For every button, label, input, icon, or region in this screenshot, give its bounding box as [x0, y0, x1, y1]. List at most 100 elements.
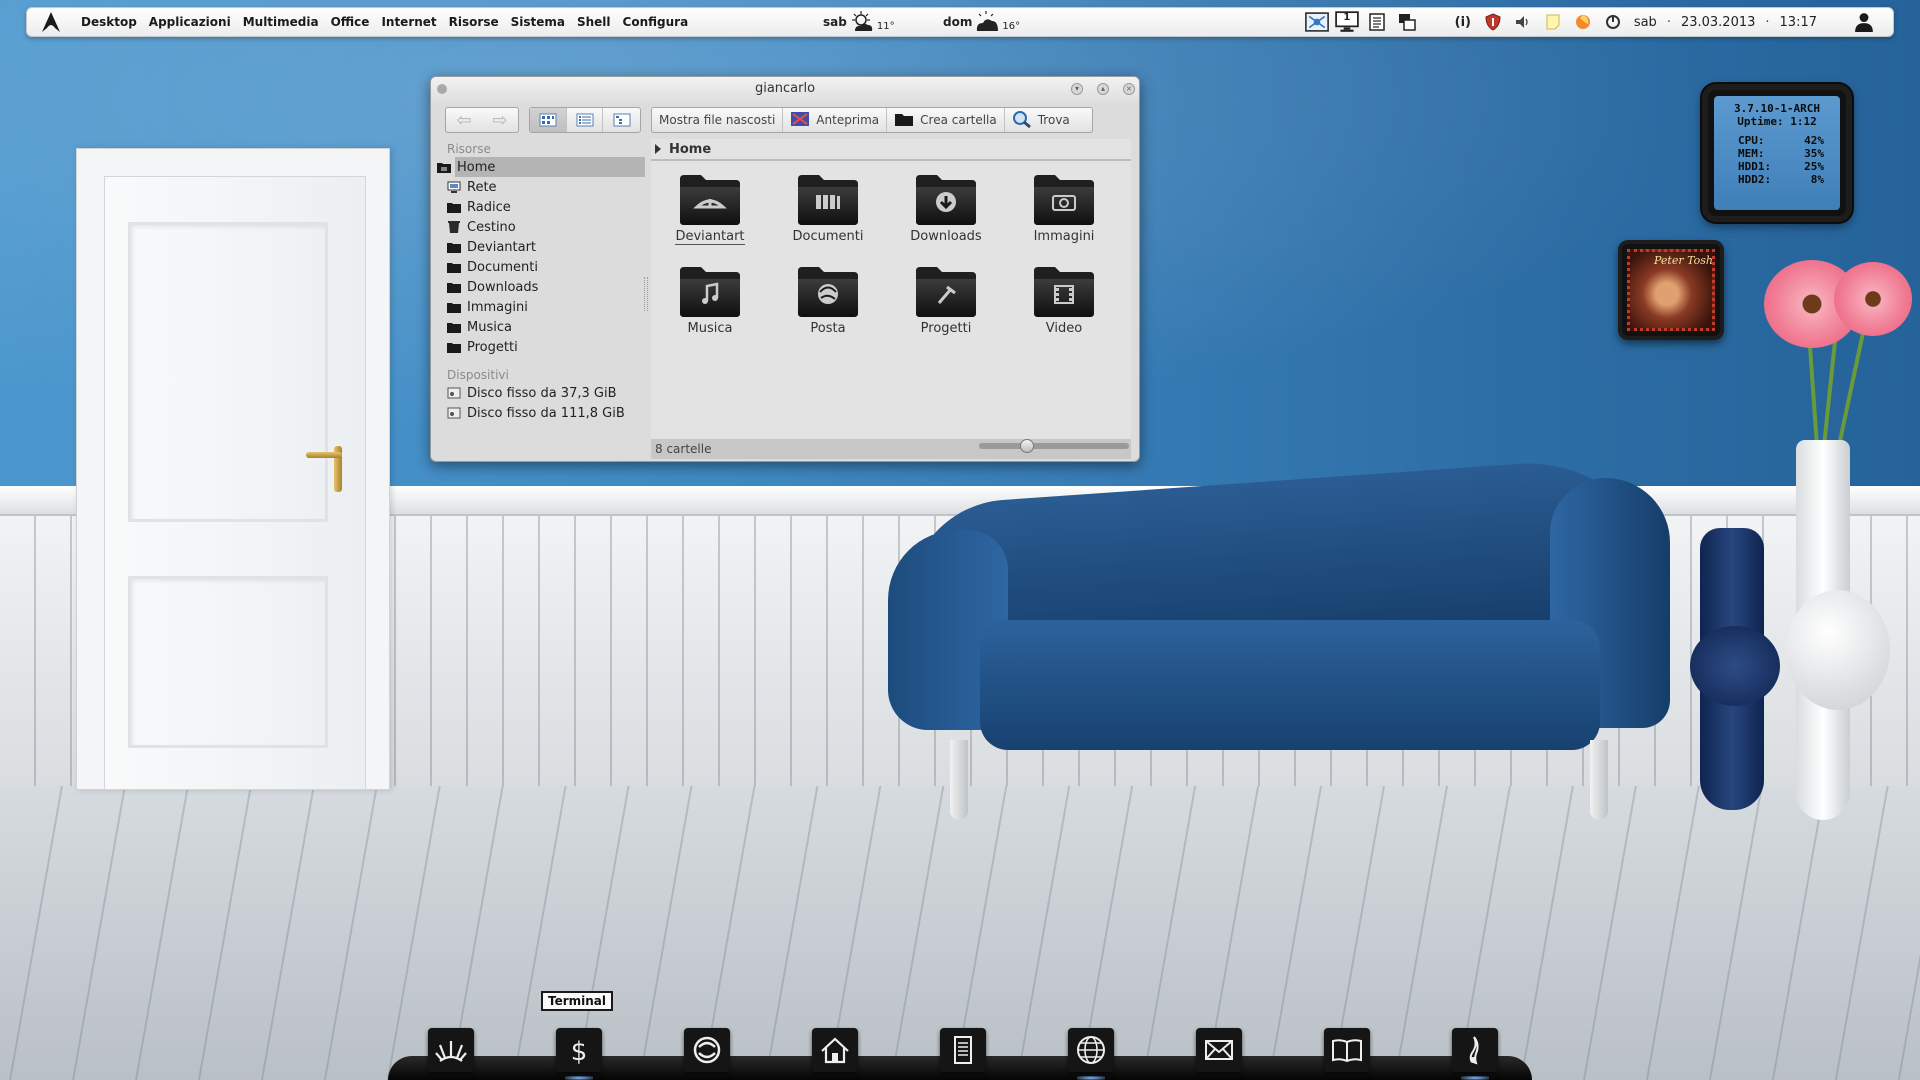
status-text: 8 cartelle	[655, 442, 712, 456]
arch-logo-icon[interactable]	[27, 8, 75, 36]
workspace-icon[interactable]: 1	[1332, 8, 1362, 36]
list-view-icon[interactable]	[567, 108, 604, 132]
forward-arrow-icon[interactable]: ⇨	[482, 108, 518, 132]
mail-icon[interactable]	[1196, 1028, 1242, 1072]
breadcrumb[interactable]: Home	[651, 139, 1131, 161]
folder-icon	[447, 260, 461, 274]
menu-sistema[interactable]: Sistema	[505, 8, 571, 36]
sidebar-item-disco-fisso-da-111-8-gib[interactable]: Disco fisso da 111,8 GiB	[439, 403, 651, 423]
back-arrow-icon[interactable]: ⇦	[446, 108, 482, 132]
menu-shell[interactable]: Shell	[571, 8, 617, 36]
ebook-reader-icon[interactable]	[1324, 1028, 1370, 1072]
sidebar-item-home[interactable]: Home	[437, 157, 645, 177]
folder-view: Home Deviantart Documenti Downloads Immagin…	[651, 139, 1131, 439]
sidebar-item-label: Musica	[467, 319, 512, 335]
menu-desktop[interactable]: Desktop	[75, 8, 143, 36]
sidebar-item-documenti[interactable]: Documenti	[439, 257, 651, 277]
menu-internet[interactable]: Internet	[375, 8, 442, 36]
weather-forecast[interactable]: sab 11°	[823, 8, 895, 36]
preview-button[interactable]: Anteprima	[783, 108, 888, 132]
window-titlebar[interactable]: giancarlo ▾ ▴ ×	[431, 77, 1139, 103]
downloads-folder-icon	[913, 169, 979, 227]
sidebar-item-cestino[interactable]: Cestino	[439, 217, 651, 237]
icon-view-icon[interactable]	[530, 108, 567, 132]
find-button[interactable]: Trova	[1005, 108, 1077, 132]
folder-item[interactable]: Progetti	[887, 261, 1005, 353]
folder-item[interactable]: Immagini	[1005, 169, 1123, 261]
dark-vase-bulb	[1690, 626, 1780, 706]
firefox-icon[interactable]	[1568, 8, 1598, 36]
clock-time[interactable]: 13:17	[1774, 15, 1823, 30]
weather-forecast[interactable]: dom 16°	[943, 8, 1020, 36]
note-icon[interactable]	[1538, 8, 1568, 36]
home-icon[interactable]	[812, 1028, 858, 1072]
menu-configura[interactable]: Configura	[617, 8, 695, 36]
show-hidden-button[interactable]: Mostra file nascosti	[652, 108, 784, 132]
sidebar-item-disco-fisso-da-37-3-gib[interactable]: Disco fisso da 37,3 GiB	[439, 383, 651, 403]
clock-date[interactable]: 23.03.2013	[1675, 15, 1761, 30]
sidebar-item-immagini[interactable]: Immagini	[439, 297, 651, 317]
menu-applicazioni[interactable]: Applicazioni	[143, 8, 237, 36]
create-folder-button[interactable]: Crea cartella	[887, 108, 1005, 132]
folder-item[interactable]: Deviantart	[651, 169, 769, 261]
menu-office[interactable]: Office	[325, 8, 376, 36]
devices-header: Dispositivi	[447, 368, 509, 382]
clock-day[interactable]: sab	[1628, 15, 1663, 30]
text-editor-icon[interactable]	[940, 1028, 986, 1072]
stat-value: 25%	[1804, 160, 1824, 173]
system-settings-icon[interactable]	[684, 1028, 730, 1072]
folder-item[interactable]: Video	[1005, 261, 1123, 353]
windows-icon[interactable]	[1392, 8, 1422, 36]
window-title: giancarlo	[754, 81, 816, 96]
menu-risorse[interactable]: Risorse	[443, 8, 505, 36]
sidebar-item-downloads[interactable]: Downloads	[439, 277, 651, 297]
maximize-icon[interactable]: ▴	[1097, 83, 1109, 95]
stat-label: CPU:	[1738, 134, 1765, 147]
folder-grid: Deviantart Documenti Downloads Immagini Musi…	[651, 169, 1131, 353]
info-icon[interactable]: (i)	[1448, 8, 1478, 36]
weather-day: dom	[943, 15, 973, 29]
power-icon[interactable]	[1598, 8, 1628, 36]
trash-icon	[447, 220, 461, 234]
web-browser-icon[interactable]	[1068, 1028, 1114, 1072]
sidebar-item-label: Progetti	[467, 339, 518, 355]
sidebar-item-radice[interactable]: Radice	[439, 197, 651, 217]
applications-icon[interactable]	[428, 1028, 474, 1072]
folder-item[interactable]: Documenti	[769, 169, 887, 261]
sidebar-item-musica[interactable]: Musica	[439, 317, 651, 337]
screenshot-icon[interactable]	[1302, 8, 1332, 36]
volume-icon[interactable]	[1508, 8, 1538, 36]
running-indicator	[1461, 1076, 1489, 1080]
close-icon[interactable]: ×	[1123, 83, 1135, 95]
sidebar-item-label: Cestino	[467, 219, 516, 235]
menu-multimedia[interactable]: Multimedia	[237, 8, 325, 36]
folder-item[interactable]: Posta	[769, 261, 887, 353]
hard-disk-icon	[447, 406, 461, 420]
main-menu: Desktop Applicazioni Multimedia Office I…	[75, 8, 694, 36]
folder-label: Documenti	[792, 229, 864, 244]
stat-value: 35%	[1804, 147, 1824, 160]
places-sidebar: Risorse Home Rete Radice Cestino Deviantart D…	[437, 141, 651, 441]
folder-label: Posta	[810, 321, 846, 336]
stat-value: 42%	[1804, 134, 1824, 147]
zoom-slider-handle[interactable]	[1020, 439, 1034, 453]
sidebar-item-label: Disco fisso da 37,3 GiB	[467, 385, 617, 401]
folder-item[interactable]: Downloads	[887, 169, 1005, 261]
minimize-icon[interactable]: ▾	[1071, 83, 1083, 95]
album-art-widget[interactable]: Peter Tosh	[1618, 240, 1724, 340]
breadcrumb-current[interactable]: Home	[669, 142, 711, 157]
sidebar-item-rete[interactable]: Rete	[439, 177, 651, 197]
pane-splitter[interactable]	[644, 277, 648, 311]
user-icon[interactable]	[1849, 8, 1879, 36]
clipboard-icon[interactable]	[1362, 8, 1392, 36]
shield-icon[interactable]	[1478, 8, 1508, 36]
sidebar-item-deviantart[interactable]: Deviantart	[439, 237, 651, 257]
folder-item[interactable]: Musica	[651, 261, 769, 353]
terminal-icon[interactable]: $	[556, 1028, 602, 1072]
sidebar-item-label: Deviantart	[467, 239, 537, 255]
zoom-slider[interactable]	[979, 439, 1129, 453]
sidebar-item-progetti[interactable]: Progetti	[439, 337, 651, 357]
documents-folder-icon	[795, 169, 861, 227]
tree-view-icon[interactable]	[603, 108, 640, 132]
music-player-icon[interactable]	[1452, 1028, 1498, 1072]
